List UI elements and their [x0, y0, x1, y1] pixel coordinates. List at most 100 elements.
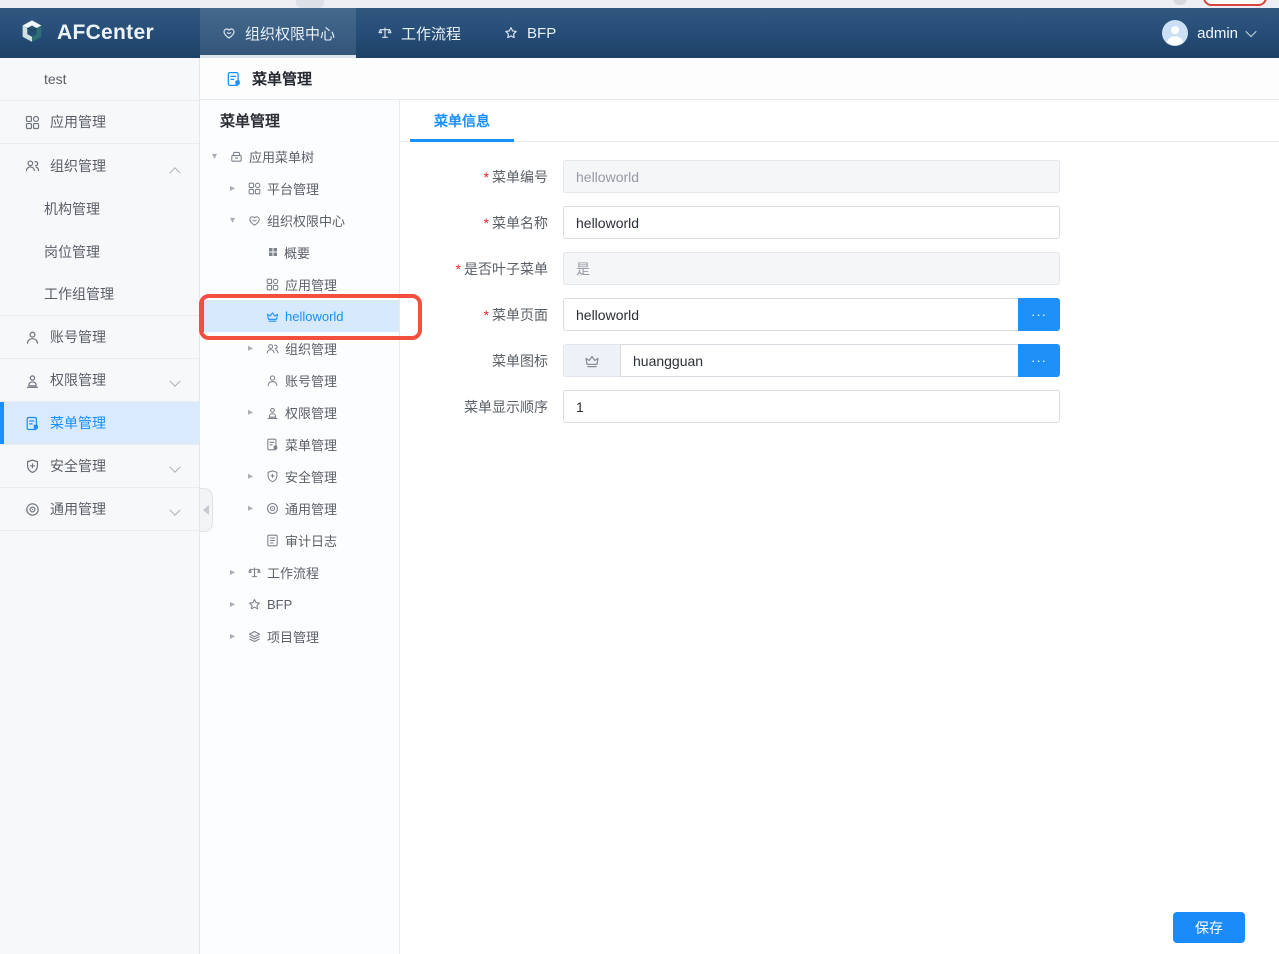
tree-node-label: 工作流程 [267, 563, 319, 582]
tree-node-permission-mgmt[interactable]: ▸ 权限管理 [200, 396, 399, 428]
sidebar-item-general-mgmt[interactable]: 通用管理 [0, 488, 199, 531]
caret-right-icon[interactable]: ▸ [248, 471, 265, 482]
nav-tab-label: 工作流程 [401, 23, 461, 44]
field-label: 菜单图标 [492, 353, 548, 369]
nav-tab-bfp[interactable]: BFP [482, 8, 577, 58]
nav-tab-label: BFP [527, 25, 556, 42]
sidebar-item-workgroup-mgmt[interactable]: 工作组管理 [0, 273, 199, 316]
caret-down-icon[interactable]: ▾ [230, 215, 247, 226]
form-row-is-leaf: *是否叶子菜单 [400, 252, 1279, 285]
tree-node-workflow[interactable]: ▸ 工作流程 [200, 556, 399, 588]
heart-icon [221, 25, 237, 41]
tab-menu-info[interactable]: 菜单信息 [410, 100, 514, 141]
avatar [1162, 20, 1188, 46]
caret-right-icon[interactable]: ▸ [230, 183, 247, 194]
menu-icon-preview [563, 344, 620, 377]
sidebar-item-org-mgmt[interactable]: 组织管理 [0, 144, 199, 187]
person-icon [265, 373, 280, 388]
app-logo: AFCenter [0, 8, 200, 58]
tree-node-audit-log[interactable]: 审计日志 [200, 524, 399, 556]
sidebar-collapse-handle[interactable] [200, 488, 213, 532]
sidebar-item-menu-mgmt[interactable]: 菜单管理 [0, 402, 199, 445]
menu-icon-input[interactable] [620, 344, 1018, 377]
sidebar-item-label: 岗位管理 [44, 242, 100, 262]
nav-tab-workflow[interactable]: 工作流程 [356, 8, 482, 58]
tree-node-bfp[interactable]: ▸ BFP [200, 588, 399, 620]
save-button[interactable]: 保存 [1173, 912, 1245, 943]
tree-node-label: 菜单管理 [285, 435, 337, 454]
required-asterisk: * [456, 261, 461, 277]
menu-icon [225, 70, 243, 88]
sidebar-item-test[interactable]: test [0, 58, 199, 101]
tree-node-label: 账号管理 [285, 371, 337, 390]
tree-node-org-mgmt[interactable]: ▸ 组织管理 [200, 332, 399, 364]
menu-icon-picker-button[interactable]: ··· [1018, 344, 1060, 377]
menu-icon [265, 437, 280, 452]
tree-node-security-mgmt[interactable]: ▸ 安全管理 [200, 460, 399, 492]
collapse-arrow-icon [203, 505, 209, 515]
sidebar-item-label: test [44, 71, 67, 87]
tab-label: 菜单信息 [434, 111, 490, 131]
sidebar-item-label: 菜单管理 [50, 413, 106, 433]
form-row-display-order: 菜单显示顺序 [400, 390, 1279, 423]
scale-icon [377, 25, 393, 41]
tree-node-account-mgmt[interactable]: 账号管理 [200, 364, 399, 396]
crown-icon [265, 309, 280, 324]
field-label: 是否叶子菜单 [464, 261, 548, 277]
grid-solid-icon [267, 246, 279, 258]
tree-node-platform-mgmt[interactable]: ▸ 平台管理 [200, 172, 399, 204]
tree-node-project-mgmt[interactable]: ▸ 项目管理 [200, 620, 399, 652]
tree-node-helloworld[interactable]: helloworld [200, 300, 399, 332]
menu-page-picker-button[interactable]: ··· [1018, 298, 1060, 331]
sidebar-item-security-mgmt[interactable]: 安全管理 [0, 445, 199, 488]
doc-icon [265, 533, 280, 548]
tree-node-general-mgmt[interactable]: ▸ 通用管理 [200, 492, 399, 524]
main-content: 菜单信息 *菜单编号 *菜单名称 *是否叶子菜单 [400, 100, 1279, 954]
page-header: 菜单管理 [200, 58, 1279, 100]
caret-right-icon[interactable]: ▸ [230, 567, 247, 578]
form-row-menu-code: *菜单编号 [400, 160, 1279, 193]
sidebar-item-post-mgmt[interactable]: 岗位管理 [0, 230, 199, 273]
sidebar-item-label: 通用管理 [50, 499, 106, 519]
tree-node-label: 审计日志 [285, 531, 337, 550]
tree-node-menu-mgmt[interactable]: 菜单管理 [200, 428, 399, 460]
tree-node-label: 安全管理 [285, 467, 337, 486]
menu-code-input [563, 160, 1060, 193]
crown-icon [583, 352, 601, 370]
caret-right-icon[interactable]: ▸ [248, 407, 265, 418]
tree-node-org-permission-center[interactable]: ▾ 组织权限中心 [200, 204, 399, 236]
sidebar-item-label: 安全管理 [50, 456, 106, 476]
tree-node-app-menu-tree[interactable]: ▾ 应用菜单树 [200, 140, 399, 172]
sidebar-item-institution-mgmt[interactable]: 机构管理 [0, 187, 199, 230]
tree-node-label: 权限管理 [285, 403, 337, 422]
form-row-menu-name: *菜单名称 [400, 206, 1279, 239]
caret-down-icon[interactable]: ▾ [212, 151, 229, 162]
user-menu[interactable]: admin [1162, 8, 1279, 58]
sidebar-item-label: 权限管理 [50, 370, 106, 390]
tree-node-label: helloworld [285, 309, 344, 324]
nav-tab-org-permission-center[interactable]: 组织权限中心 [200, 8, 356, 58]
display-order-input[interactable] [563, 390, 1060, 423]
sidebar-item-app-mgmt[interactable]: 应用管理 [0, 101, 199, 144]
afcenter-logo-icon [17, 18, 47, 48]
chevron-down-icon [171, 504, 179, 520]
menu-page-input[interactable] [563, 298, 1018, 331]
page-title: 菜单管理 [252, 68, 312, 89]
chevron-down-icon [171, 375, 179, 391]
caret-right-icon[interactable]: ▸ [248, 343, 265, 354]
tree-node-label: 概要 [284, 243, 310, 262]
caret-right-icon[interactable]: ▸ [230, 599, 247, 610]
form-row-menu-icon: 菜单图标 ··· [400, 344, 1279, 377]
caret-right-icon[interactable]: ▸ [248, 503, 265, 514]
caret-right-icon[interactable]: ▸ [230, 631, 247, 642]
target-icon [24, 501, 41, 518]
sidebar-item-permission-mgmt[interactable]: 权限管理 [0, 359, 199, 402]
menu-name-input[interactable] [563, 206, 1060, 239]
sidebar-item-account-mgmt[interactable]: 账号管理 [0, 316, 199, 359]
tree-node-label: 组织管理 [285, 339, 337, 358]
tree-node-app-mgmt[interactable]: 应用管理 [200, 268, 399, 300]
tree-node-label: 平台管理 [267, 179, 319, 198]
tree-panel-title: 菜单管理 [200, 100, 399, 140]
tree-node-overview[interactable]: 概要 [200, 236, 399, 268]
people-icon [24, 157, 41, 174]
